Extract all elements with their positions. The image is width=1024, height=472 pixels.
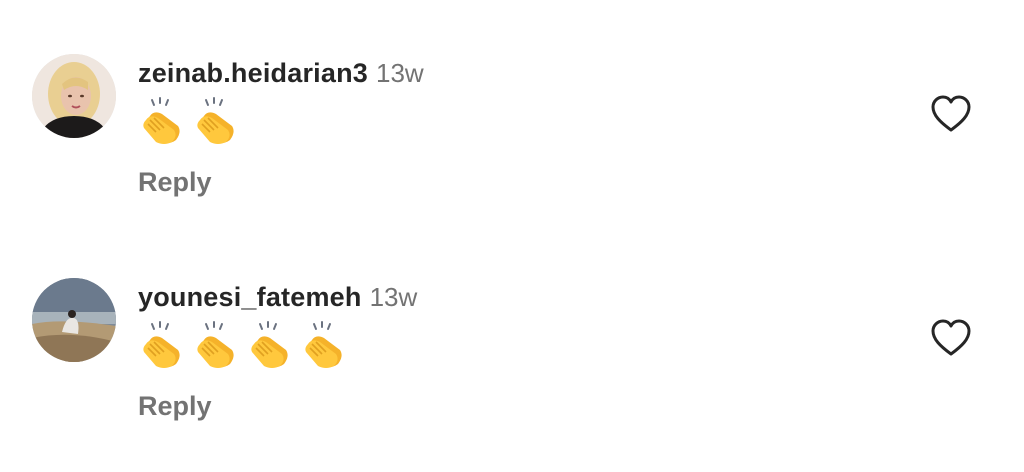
clapping-hands-icon (305, 321, 342, 368)
heart-outline-icon[interactable] (930, 94, 972, 134)
timestamp: 13w (375, 58, 424, 88)
comment-header: younesi_fatemeh 13w (138, 278, 417, 321)
reply-button[interactable]: Reply (138, 386, 212, 426)
clapping-hands-icon (197, 97, 234, 144)
comment-item: younesi_fatemeh 13w Reply (0, 270, 1024, 470)
clapping-hands-icon (251, 321, 288, 368)
avatar[interactable] (32, 54, 116, 138)
avatar[interactable] (32, 278, 116, 362)
comment-text (138, 96, 242, 148)
username[interactable]: younesi_fatemeh (138, 282, 362, 312)
clapping-hands-icon (197, 321, 234, 368)
clapping-hands-icon (143, 97, 180, 144)
timestamp: 13w (369, 282, 418, 312)
username[interactable]: zeinab.heidarian3 (138, 58, 368, 88)
avatar-image (32, 54, 116, 138)
comment-header: zeinab.heidarian3 13w (138, 54, 424, 97)
heart-outline-icon[interactable] (930, 318, 972, 358)
comment-text (138, 320, 350, 372)
avatar-image (32, 278, 116, 362)
reply-button[interactable]: Reply (138, 162, 212, 202)
comment-item: zeinab.heidarian3 13w Reply (0, 46, 1024, 246)
clapping-hands-icon (143, 321, 180, 368)
